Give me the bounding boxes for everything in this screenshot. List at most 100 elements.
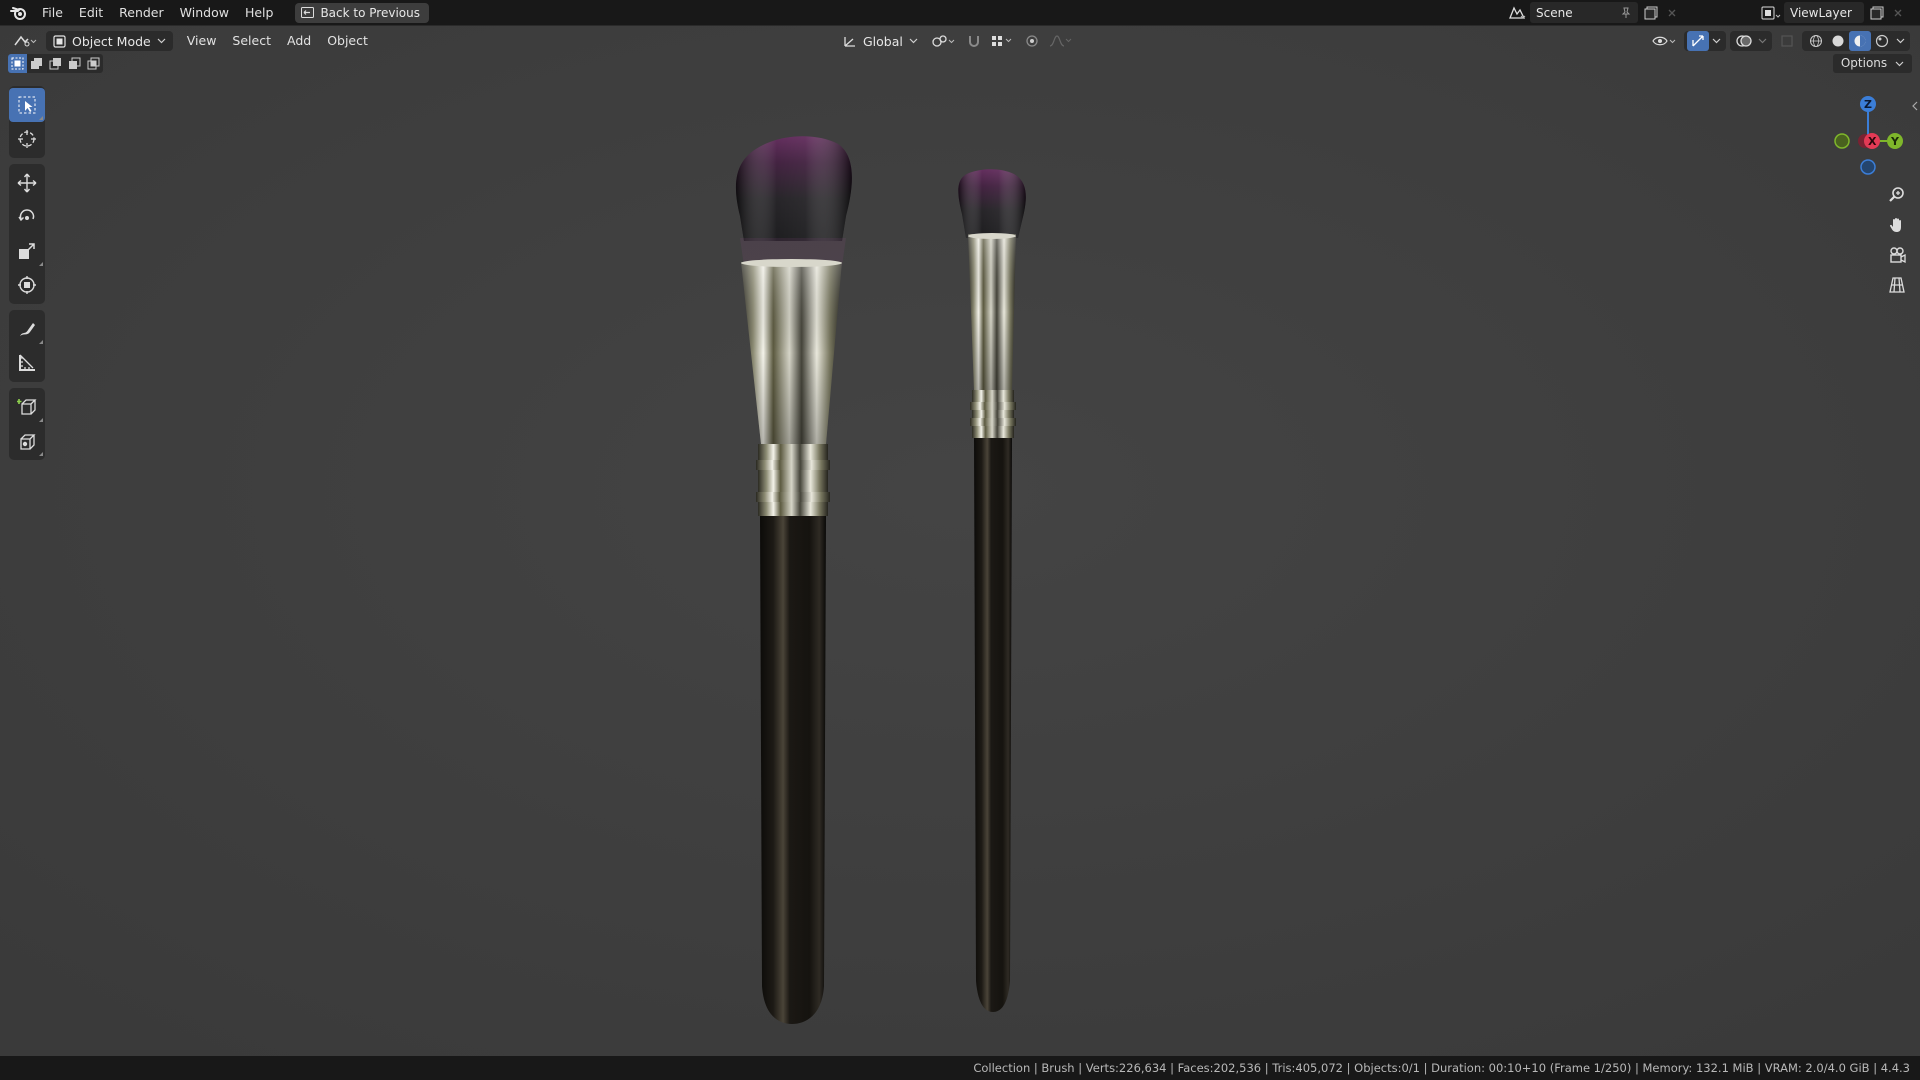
select-extend-icon[interactable] (27, 54, 46, 73)
delete-view-layer-icon[interactable] (1890, 2, 1906, 23)
pivot-point-icon[interactable] (929, 31, 959, 51)
options-dropdown[interactable]: Options (1832, 54, 1912, 73)
transform-orientation-label: Global (863, 33, 903, 49)
view-layer-selector: ViewLayer (1758, 2, 1906, 23)
selection-mode-buttons (8, 54, 103, 73)
menu-window[interactable]: Window (172, 3, 237, 23)
menu-add[interactable]: Add (279, 31, 319, 51)
chevron-down-icon[interactable] (1709, 31, 1723, 51)
xray-toggle-icon[interactable] (1776, 31, 1798, 51)
tool-shelf (9, 86, 45, 466)
visibility-icon[interactable] (1650, 31, 1680, 51)
menu-help[interactable]: Help (237, 3, 282, 23)
navigation-gizmo[interactable]: Z Y X (1820, 86, 1910, 196)
measure-tool-icon[interactable] (9, 346, 45, 380)
select-box-tool-icon[interactable] (9, 88, 45, 122)
back-window-icon (301, 7, 315, 18)
wireframe-shading-icon[interactable] (1805, 31, 1827, 51)
rendered-shading-icon[interactable] (1871, 31, 1893, 51)
view-layer-icon[interactable] (1758, 2, 1784, 23)
menu-file[interactable]: File (34, 3, 71, 23)
y-axis-label: Y (1891, 135, 1899, 148)
chevron-down-icon (157, 38, 166, 44)
scene-selector: Scene (1504, 2, 1680, 23)
pan-view-icon[interactable] (1884, 212, 1910, 238)
chevron-down-icon (909, 38, 918, 44)
annotate-tool-icon[interactable] (9, 312, 45, 346)
viewport-scene (0, 26, 1920, 1057)
gizmo-toggle[interactable] (1684, 31, 1726, 51)
new-scene-icon[interactable] (1638, 2, 1664, 23)
chevron-down-icon (1895, 61, 1904, 67)
menu-render[interactable]: Render (111, 3, 172, 23)
add-cube-tool-icon[interactable] (9, 390, 45, 424)
back-to-previous-label: Back to Previous (320, 5, 420, 20)
overlays-icon[interactable] (1733, 31, 1755, 51)
view-layer-name: ViewLayer (1790, 5, 1852, 20)
tool-group-transform (9, 164, 45, 304)
blender-logo-icon[interactable] (4, 0, 34, 25)
options-label: Options (1840, 56, 1888, 70)
tool-variants-indicator (39, 452, 43, 456)
neg-z-axis-handle[interactable] (1860, 159, 1876, 175)
viewport-header: Object Mode View Select Add Object Globa… (0, 28, 1920, 54)
menu-view[interactable]: View (179, 31, 225, 51)
select-intersect-icon[interactable] (84, 54, 103, 73)
perspective-toggle-icon[interactable] (1884, 272, 1910, 298)
scale-tool-icon[interactable] (9, 234, 45, 268)
delete-scene-icon[interactable] (1664, 2, 1680, 23)
z-axis-label: Z (1864, 98, 1872, 111)
menu-edit[interactable]: Edit (71, 3, 111, 23)
3d-viewport[interactable]: Object Mode View Select Add Object Globa… (0, 25, 1920, 1057)
menu-select[interactable]: Select (224, 31, 279, 51)
rotate-tool-icon[interactable] (9, 200, 45, 234)
tool-variants-indicator (39, 262, 43, 266)
scene-name: Scene (1536, 5, 1573, 20)
chevron-down-icon[interactable] (1893, 31, 1907, 51)
sidebar-toggle-icon[interactable] (1910, 98, 1920, 114)
status-bar: Collection | Brush | Verts:226,634 | Fac… (0, 1056, 1920, 1080)
add-primitive-tool-icon[interactable] (9, 424, 45, 458)
transform-orientation-dropdown[interactable]: Global (836, 31, 925, 51)
shading-modes (1802, 31, 1910, 51)
camera-view-icon[interactable] (1884, 242, 1910, 268)
object-mode-dropdown[interactable]: Object Mode (46, 31, 173, 51)
view-layer-field[interactable]: ViewLayer (1784, 2, 1864, 23)
neg-y-axis-handle[interactable] (1834, 133, 1850, 149)
tool-group-add (9, 388, 45, 460)
falloff-icon[interactable] (1047, 31, 1075, 51)
select-subtract-icon[interactable] (46, 54, 65, 73)
tool-variants-indicator (39, 116, 43, 120)
scene-icon[interactable] (1504, 2, 1530, 23)
gizmo-icon[interactable] (1687, 31, 1709, 51)
transform-tool-icon[interactable] (9, 268, 45, 302)
tool-group-select (9, 86, 45, 158)
snap-increment-icon[interactable] (989, 31, 1017, 51)
menu-object[interactable]: Object (319, 31, 376, 51)
snap-toggle-icon[interactable] (963, 31, 985, 51)
tool-variants-indicator (39, 418, 43, 422)
orientation-axes-icon (844, 37, 855, 47)
top-menubar: File Edit Render Window Help Back to Pre… (0, 0, 1920, 25)
move-tool-icon[interactable] (9, 166, 45, 200)
object-mode-label: Object Mode (72, 33, 151, 49)
new-view-layer-icon[interactable] (1864, 2, 1890, 23)
scene-statistics: Collection | Brush | Verts:226,634 | Fac… (973, 1061, 1910, 1075)
cursor-tool-icon[interactable] (9, 122, 45, 156)
tool-variants-indicator (39, 340, 43, 344)
select-invert-icon[interactable] (65, 54, 84, 73)
pin-icon[interactable] (1620, 7, 1632, 19)
select-new-icon[interactable] (8, 54, 27, 73)
editor-type-icon[interactable] (10, 31, 40, 51)
back-to-previous-button[interactable]: Back to Previous (295, 2, 429, 23)
transform-tools: Global (836, 31, 1075, 51)
proportional-editing-icon[interactable] (1021, 31, 1043, 51)
overlays-toggle[interactable] (1730, 31, 1772, 51)
zoom-view-icon[interactable] (1884, 182, 1910, 208)
material-preview-shading-icon[interactable] (1849, 31, 1871, 51)
tool-group-annotate (9, 310, 45, 382)
solid-shading-icon[interactable] (1827, 31, 1849, 51)
chevron-down-icon[interactable] (1755, 31, 1769, 51)
scene-field[interactable]: Scene (1530, 2, 1638, 23)
x-axis-label: X (1868, 135, 1877, 148)
